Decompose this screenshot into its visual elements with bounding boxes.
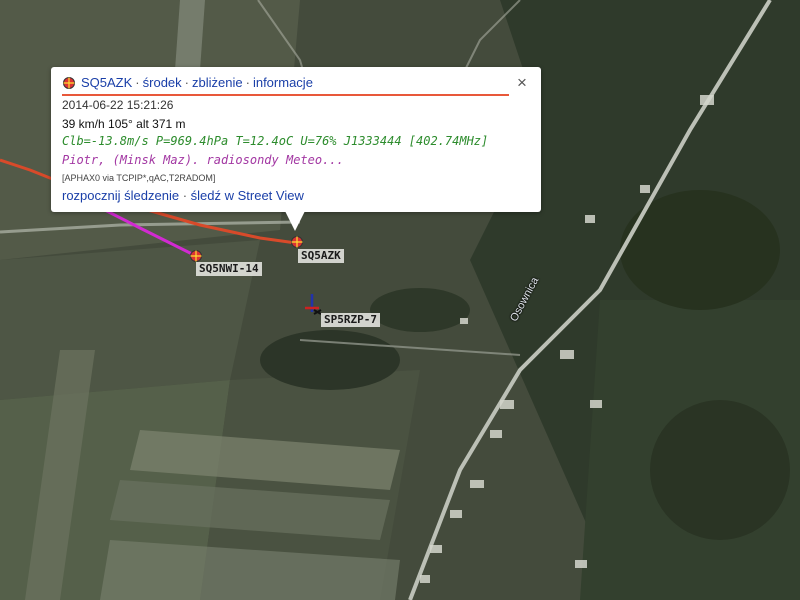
street-view-link[interactable]: śledź w Street View — [191, 188, 304, 203]
zoom-link[interactable]: zbliżenie — [192, 75, 243, 90]
balloon-icon — [63, 76, 75, 89]
packet-path: [APHAX0 via TCPIP*,qAC,T2RADOM] — [62, 173, 216, 183]
separator: · — [245, 75, 250, 90]
station-label-sq5azk[interactable]: SQ5AZK — [298, 249, 344, 263]
close-button[interactable]: × — [517, 74, 527, 92]
popup-pointer — [285, 211, 305, 231]
station-info-popup: SQ5AZK · środek · zbliżenie · informacje… — [51, 67, 541, 231]
speed-course-altitude: 39 km/h 105° alt 371 m — [62, 117, 186, 131]
balloon-icon[interactable] — [189, 249, 203, 263]
station-comment: Piotr, (Minsk Maz). radiosondy Meteo... — [62, 153, 344, 167]
separator: · — [184, 75, 190, 90]
station-label-sq5nwi-14[interactable]: SQ5NWI-14 — [196, 262, 262, 276]
timestamp: 2014-06-22 15:21:26 — [62, 98, 174, 112]
telemetry-text: Clb=-13.8m/s P=969.4hPa T=12.4oC U=76% J… — [62, 134, 489, 148]
separator: · — [135, 75, 140, 90]
center-link[interactable]: środek — [143, 75, 182, 90]
popup-actions: rozpocznij śledzenie · śledź w Street Vi… — [62, 188, 304, 203]
info-link[interactable]: informacje — [253, 75, 313, 90]
antenna-icon[interactable] — [302, 292, 322, 316]
balloon-icon[interactable] — [290, 235, 304, 249]
header-divider — [62, 94, 509, 96]
callsign-link[interactable]: SQ5AZK — [81, 75, 132, 90]
station-label-sp5rzp-7[interactable]: SP5RZP-7 — [321, 313, 380, 327]
start-tracking-link[interactable]: rozpocznij śledzenie — [62, 188, 179, 203]
popup-header: SQ5AZK · środek · zbliżenie · informacje — [62, 75, 313, 90]
separator: · — [179, 188, 191, 203]
